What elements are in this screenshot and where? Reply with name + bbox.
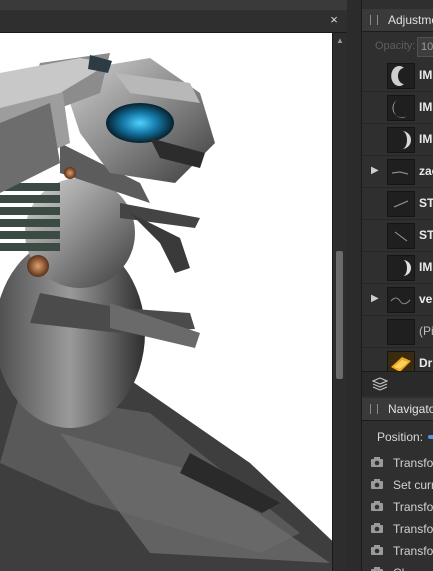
history-list: Transfo Set curr Transfo Transfo Transfo… [362, 452, 433, 571]
opacity-row: Opacity: 10 [362, 35, 433, 59]
layer-thumbnail [387, 223, 415, 249]
history-label: Transfo [393, 544, 433, 558]
layers-toolbar [362, 371, 433, 396]
layer-name: ve [419, 292, 433, 306]
adjustments-panel-header[interactable]: Adjustme [362, 9, 433, 32]
layer-thumbnail [387, 255, 415, 281]
layer-name: IM [419, 100, 433, 114]
close-document-button[interactable]: × [327, 12, 341, 28]
history-label: Transfo [393, 522, 433, 536]
camera-icon [371, 457, 383, 467]
layer-row[interactable]: IM [362, 124, 433, 156]
history-item[interactable]: Transfo [362, 540, 433, 562]
navigator-panel-header[interactable]: Navigato [362, 398, 433, 421]
layer-row[interactable]: IM [362, 92, 433, 124]
document-title-bar: × [0, 10, 347, 33]
adjustments-panel-title: Adjustme [388, 13, 433, 27]
layer-row[interactable]: IM [362, 60, 433, 92]
layer-thumbnail [387, 319, 415, 345]
layers-list: IM IM IM ▶ zac ST [362, 60, 433, 380]
history-item[interactable]: Transfo [362, 518, 433, 540]
layer-thumbnail [387, 191, 415, 217]
position-row: Position: [362, 425, 433, 449]
layer-name: IM [419, 68, 433, 82]
panel-grip-icon[interactable] [370, 404, 378, 414]
history-label: Transfo [393, 456, 433, 470]
layer-row[interactable]: ▶ zac [362, 156, 433, 188]
expand-arrow-icon[interactable]: ▶ [371, 165, 379, 176]
layer-thumbnail [387, 159, 415, 185]
opacity-label: Opacity: [375, 40, 416, 52]
camera-icon [371, 567, 383, 571]
scroll-up-arrow-icon[interactable]: ▲ [333, 36, 347, 45]
document-canvas[interactable] [0, 33, 347, 571]
layer-row[interactable]: ST [362, 220, 433, 252]
right-panel: Adjustme Opacity: 10 IM IM IM ▶ [361, 0, 433, 571]
layer-thumbnail [387, 63, 415, 89]
history-item[interactable]: Set curr [362, 474, 433, 496]
history-label: Transfo [393, 500, 433, 514]
layers-stack-icon[interactable] [372, 377, 388, 391]
navigator-panel-title: Navigato [388, 402, 433, 416]
layer-name: IM [419, 132, 433, 146]
layer-row[interactable]: ST [362, 188, 433, 220]
scrollbar-thumb[interactable] [336, 251, 343, 379]
history-label: Set curr [393, 478, 433, 492]
history-item[interactable]: Transfo [362, 496, 433, 518]
history-item[interactable]: Transfo [362, 452, 433, 474]
layer-name: IM [419, 260, 433, 274]
camera-icon [371, 523, 383, 533]
layer-row[interactable]: (Pi [362, 316, 433, 348]
position-label: Position: [377, 430, 424, 444]
camera-icon [371, 479, 383, 489]
layer-thumbnail [387, 127, 415, 153]
robot-artwork [0, 53, 345, 571]
layer-name: zac [419, 164, 433, 178]
layer-row[interactable]: ▶ ve [362, 284, 433, 316]
layer-name: Dr [419, 356, 433, 370]
canvas-area: × ▲ [0, 0, 347, 571]
layer-thumbnail [387, 287, 415, 313]
panel-grip-icon[interactable] [370, 15, 378, 25]
expand-arrow-icon[interactable]: ▶ [371, 293, 379, 304]
camera-icon [371, 501, 383, 511]
camera-icon [371, 545, 383, 555]
layer-name: (Pi [419, 324, 433, 338]
layer-name: ST [419, 196, 433, 210]
layer-row[interactable]: IM [362, 252, 433, 284]
opacity-input[interactable]: 10 [417, 37, 433, 57]
history-label: Cl [393, 566, 404, 571]
document-tab-bar [0, 0, 347, 10]
history-item[interactable]: Cl [362, 562, 433, 571]
vertical-scrollbar[interactable]: ▲ [332, 33, 347, 571]
position-slider[interactable] [428, 435, 433, 439]
layer-name: ST [419, 228, 433, 242]
layer-thumbnail [387, 95, 415, 121]
